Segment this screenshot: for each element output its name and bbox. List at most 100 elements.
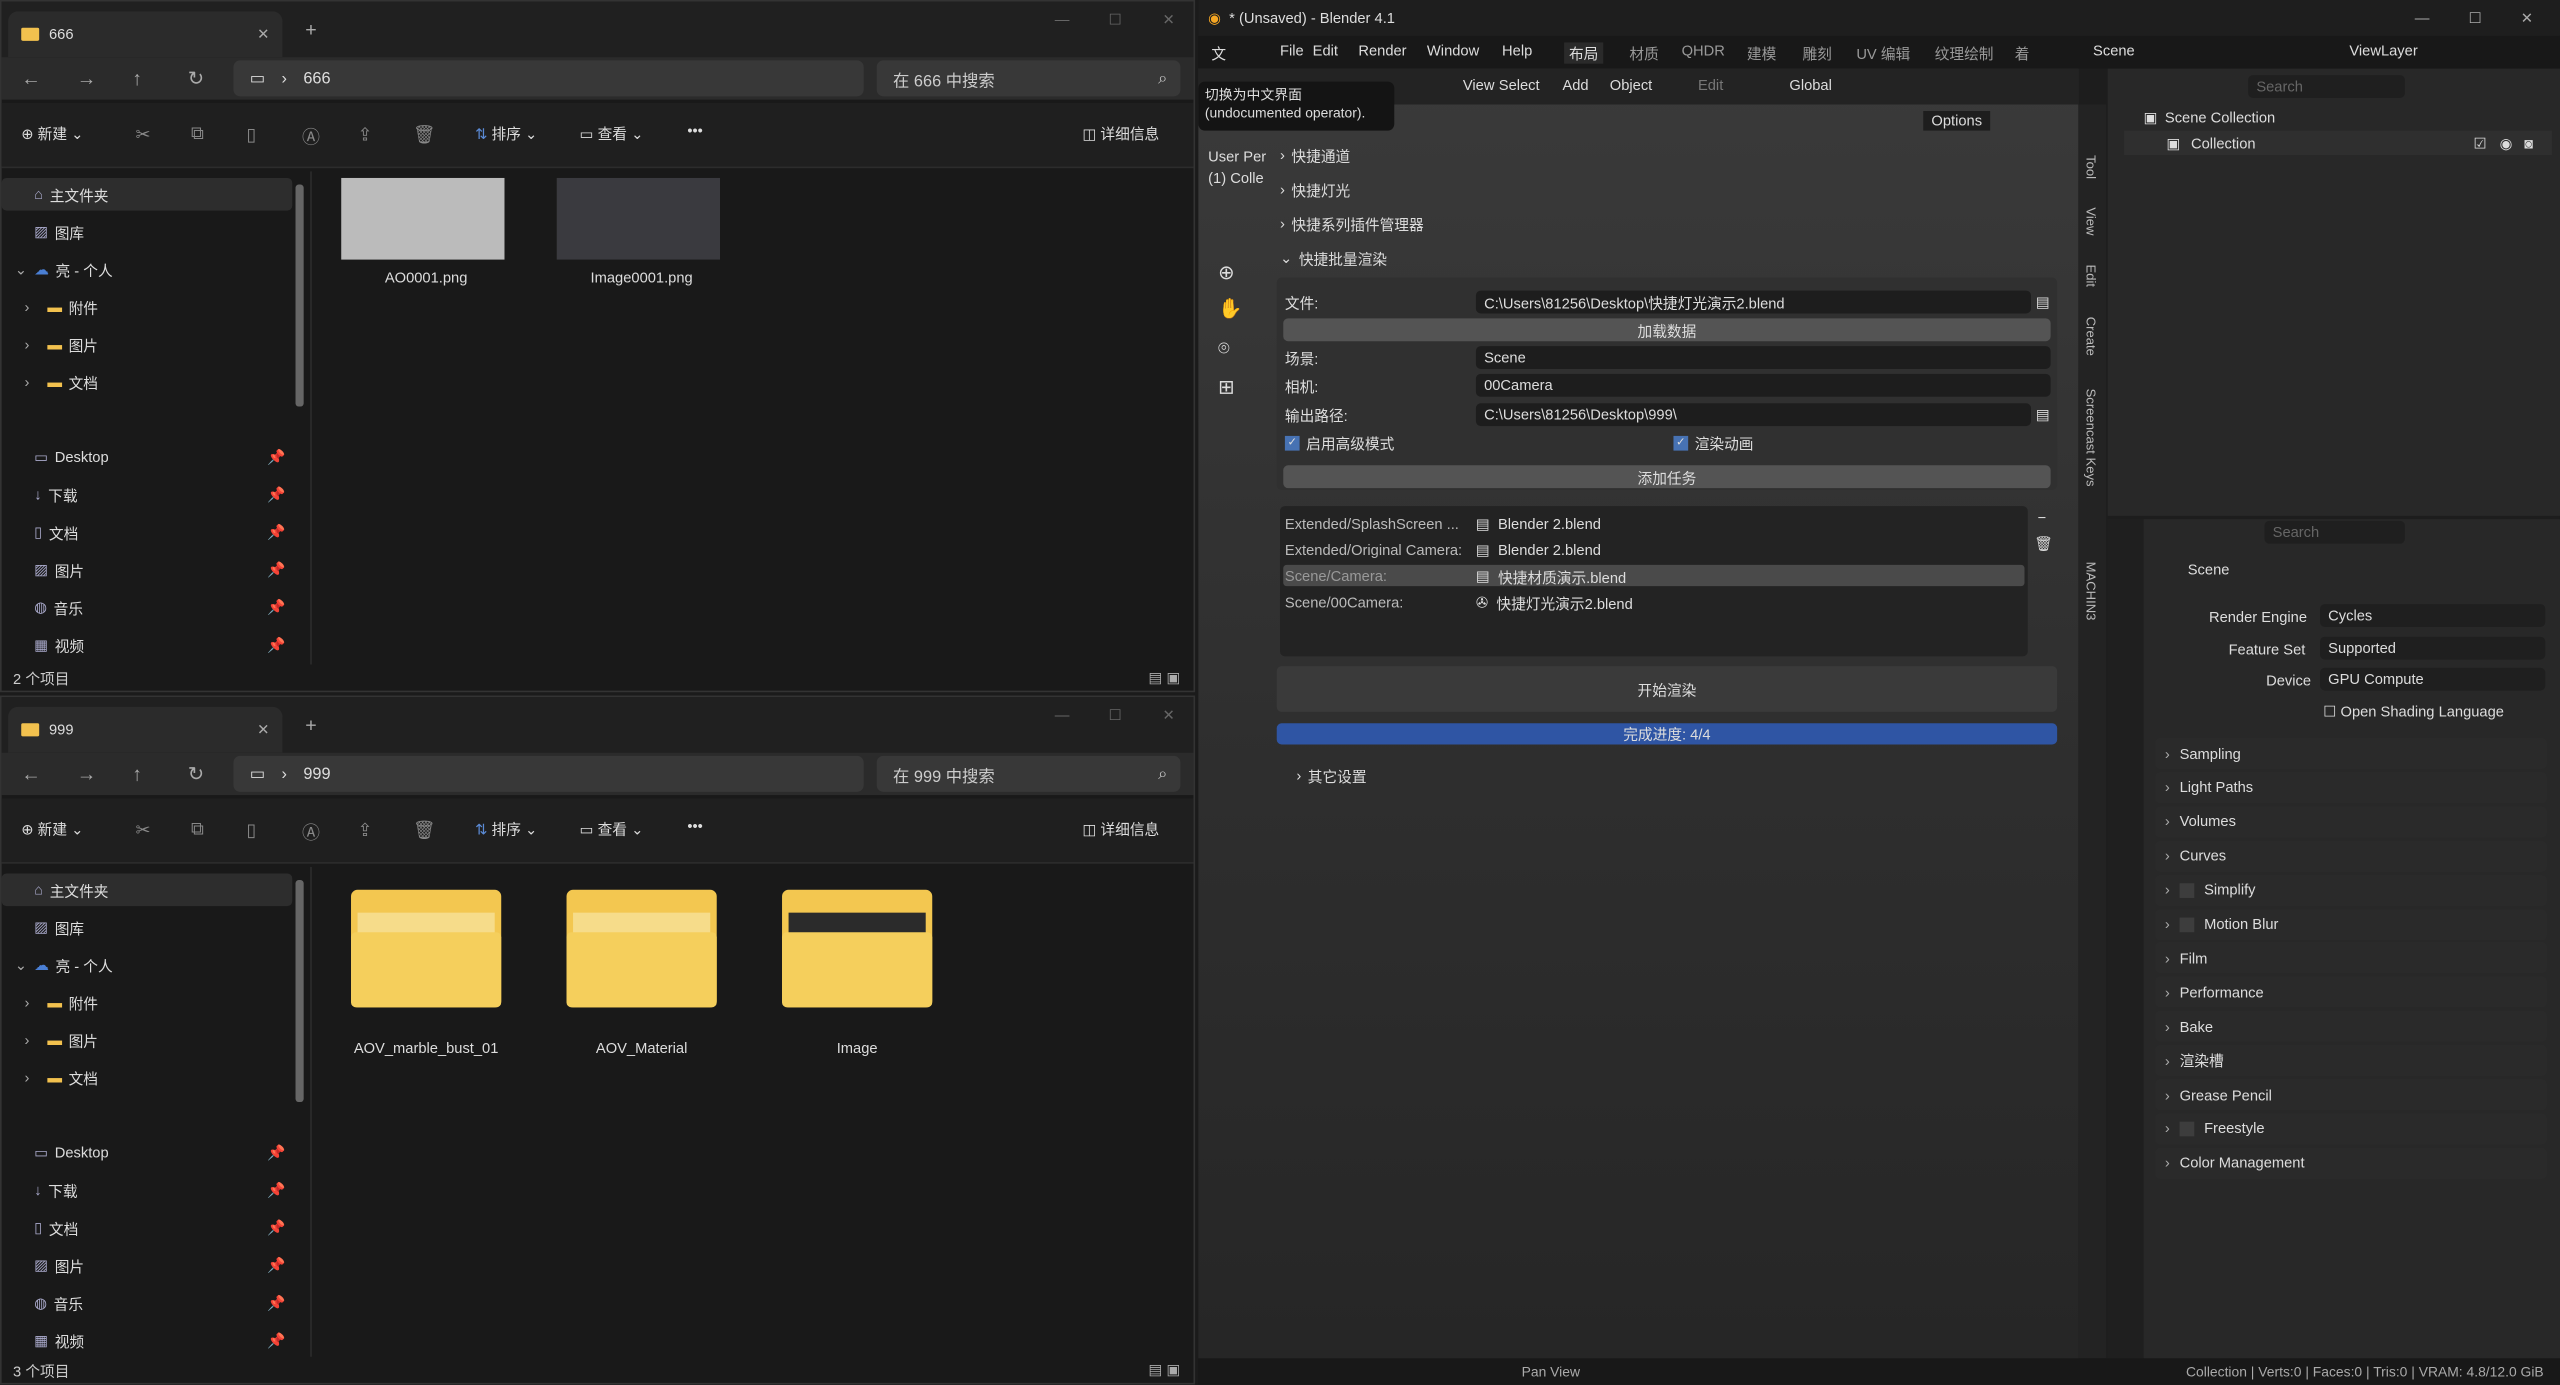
properties-panel-header[interactable]: › Bake bbox=[2155, 1010, 2547, 1042]
forward-button[interactable]: → bbox=[77, 67, 97, 90]
share-icon[interactable]: ⇪ bbox=[358, 124, 373, 146]
sort-button[interactable]: ⇅ 排序 ⌄ bbox=[475, 122, 537, 143]
scene-dropdown[interactable]: Scene bbox=[1475, 346, 2051, 369]
close-button[interactable]: ✕ bbox=[1162, 707, 1174, 725]
view-layer-selector[interactable]: ViewLayer bbox=[2349, 42, 2417, 58]
properties-panel-header[interactable]: › Sampling bbox=[2155, 737, 2547, 769]
more-button[interactable]: ••• bbox=[687, 122, 702, 138]
rename-icon[interactable]: Ⓐ bbox=[302, 124, 320, 150]
file-item[interactable]: AOV_Material bbox=[557, 889, 727, 1056]
camera-icon[interactable]: ⌾ bbox=[1218, 336, 1230, 360]
view-toggle-icons[interactable]: ▤ ▣ bbox=[1149, 1361, 1181, 1379]
properties-panel-header[interactable]: › Grease Pencil bbox=[2155, 1079, 2547, 1111]
transform-orientation-dropdown[interactable]: Global bbox=[1789, 77, 1831, 93]
up-button[interactable]: ↑ bbox=[132, 67, 142, 90]
viewport-menu-object[interactable]: Object bbox=[1610, 77, 1652, 93]
sidebar-item[interactable]: › ▬ 附件 bbox=[2, 291, 293, 324]
task-name[interactable]: Scene/00Camera: bbox=[1285, 591, 1403, 614]
folder-icon[interactable]: ▤ bbox=[2036, 403, 2050, 426]
outliner-item[interactable]: Scene Collection bbox=[2165, 109, 2275, 125]
sidebar-item[interactable]: ▦ 视频 📌 bbox=[2, 629, 293, 662]
back-button[interactable]: ← bbox=[21, 67, 41, 90]
tab[interactable]: 666 ✕ bbox=[8, 11, 283, 58]
address-bar[interactable]: ▭ › 666 bbox=[233, 60, 864, 97]
outliner-search[interactable]: Search bbox=[2248, 75, 2405, 98]
search-input[interactable]: 在 999 中搜索 ⌕ bbox=[876, 755, 1181, 792]
output-path-field[interactable]: C:\Users\81256\Desktop\999\ bbox=[1475, 403, 2032, 427]
sidebar-item[interactable]: ▦ 视频 📌 bbox=[2, 1324, 293, 1357]
translate-icon[interactable]: 文 bbox=[1211, 42, 1226, 63]
workspace-tab[interactable]: UV 编辑 bbox=[1856, 42, 1910, 63]
properties-panel-header[interactable]: › Color Management bbox=[2155, 1147, 2547, 1179]
properties-search[interactable]: Search bbox=[2264, 520, 2405, 544]
task-name[interactable]: Extended/SplashScreen ... bbox=[1285, 513, 1459, 536]
side-tab-create[interactable]: Create bbox=[2083, 317, 2098, 356]
sidebar-item[interactable]: ▨ 图库 bbox=[2, 911, 293, 944]
render-engine-dropdown[interactable]: Cycles bbox=[2319, 604, 2546, 627]
scene-selector[interactable]: Scene bbox=[2093, 42, 2135, 58]
back-button[interactable]: ← bbox=[21, 762, 41, 785]
task-file[interactable]: ▤ Blender 2.blend bbox=[1476, 539, 1601, 562]
details-button[interactable]: ◫ 详细信息 bbox=[1082, 818, 1159, 839]
sidebar-item[interactable]: ⌄ ☁ 亮 - 个人 bbox=[2, 949, 293, 982]
maximize-button[interactable]: ☐ bbox=[2469, 9, 2482, 27]
checkbox-icon[interactable]: ☑ bbox=[2473, 136, 2486, 154]
properties-panel-header[interactable]: › Motion Blur bbox=[2155, 908, 2547, 940]
sidebar-item[interactable]: ▯ 文档 📌 bbox=[2, 516, 293, 549]
side-tab-view[interactable]: View bbox=[2083, 207, 2098, 235]
new-button[interactable]: ⊕ 新建 ⌄ bbox=[21, 818, 83, 839]
task-file[interactable]: ▤ 快捷材质演示.blend bbox=[1476, 565, 1626, 588]
sidebar-item[interactable]: ↓ 下载 📌 bbox=[2, 478, 293, 511]
search-input[interactable]: 在 666 中搜索 ⌕ bbox=[876, 60, 1181, 97]
tab[interactable]: 999 ✕ bbox=[8, 706, 283, 753]
rename-icon[interactable]: Ⓐ bbox=[302, 820, 320, 846]
zoom-icon[interactable]: ⊕ bbox=[1218, 261, 1234, 284]
workspace-tab[interactable]: 建模 bbox=[1747, 42, 1776, 63]
properties-panel-header[interactable]: › Light Paths bbox=[2155, 772, 2547, 804]
minimize-button[interactable]: — bbox=[2415, 10, 2430, 26]
sort-button[interactable]: ⇅ 排序 ⌄ bbox=[475, 818, 537, 839]
sidebar-item[interactable]: ↓ 下载 📌 bbox=[2, 1174, 293, 1207]
sidebar-item[interactable]: ▨ 图片 📌 bbox=[2, 1249, 293, 1282]
properties-panel-header[interactable]: › Curves bbox=[2155, 840, 2547, 872]
start-render-button[interactable]: 开始渲染 bbox=[1276, 666, 2058, 712]
section-header[interactable]: ⌄ 快捷批量渲染 bbox=[1280, 247, 1387, 270]
scrollbar[interactable] bbox=[295, 184, 304, 407]
side-tab-edit[interactable]: Edit bbox=[2083, 264, 2098, 287]
sidebar-item[interactable]: ⌄ ☁ 亮 - 个人 bbox=[2, 253, 293, 286]
maximize-button[interactable]: ☐ bbox=[1109, 11, 1122, 29]
close-tab-icon[interactable]: ✕ bbox=[257, 25, 269, 43]
file-item[interactable]: AO0001.png bbox=[341, 177, 511, 286]
load-data-button[interactable]: 加载数据 bbox=[1283, 318, 2051, 342]
options-dropdown[interactable]: Options bbox=[1923, 111, 1991, 131]
side-tab-screencast-keys[interactable]: Screencast Keys bbox=[2083, 389, 2098, 487]
cut-icon[interactable]: ✂ bbox=[136, 124, 151, 146]
workspace-tab[interactable]: QHDR bbox=[1682, 42, 1725, 58]
paste-icon[interactable]: ▯ bbox=[247, 820, 257, 841]
section-header[interactable]: › 快捷系列插件管理器 bbox=[1280, 212, 1424, 235]
new-button[interactable]: ⊕ 新建 ⌄ bbox=[21, 122, 83, 143]
other-settings-section[interactable]: › 其它设置 bbox=[1296, 764, 1366, 787]
refresh-button[interactable]: ↻ bbox=[188, 762, 204, 785]
delete-icon[interactable]: 🗑 bbox=[413, 820, 436, 841]
sidebar-item[interactable]: ▭ Desktop 📌 bbox=[2, 441, 293, 474]
minimize-button[interactable]: — bbox=[1055, 707, 1070, 723]
properties-panel-header[interactable]: › Simplify bbox=[2155, 874, 2547, 906]
sidebar-item[interactable]: ▯ 文档 📌 bbox=[2, 1211, 293, 1244]
properties-panel-header[interactable]: › Freestyle bbox=[2155, 1113, 2547, 1145]
task-name[interactable]: Scene/Camera: bbox=[1285, 565, 1387, 588]
camera-icon[interactable]: ◙ bbox=[2524, 136, 2533, 152]
file-item[interactable]: Image bbox=[772, 889, 942, 1056]
outliner-item[interactable]: Collection bbox=[2191, 136, 2256, 152]
add-task-button[interactable]: 添加任务 bbox=[1283, 465, 2051, 489]
view-button[interactable]: ▭ 查看 ⌄ bbox=[580, 818, 644, 839]
menu-help[interactable]: Help bbox=[1502, 42, 1532, 58]
viewport-menu-add[interactable]: Add bbox=[1562, 77, 1588, 93]
render-animation-checkbox[interactable]: ✓ 渲染动画 bbox=[1673, 431, 1753, 454]
sidebar-item[interactable]: ▭ Desktop 📌 bbox=[2, 1136, 293, 1169]
viewport-menu-select[interactable]: Select bbox=[1499, 77, 1540, 93]
section-header[interactable]: › 快捷灯光 bbox=[1280, 178, 1350, 201]
advanced-mode-checkbox[interactable]: ✓ 启用高级模式 bbox=[1284, 431, 1394, 454]
paste-icon[interactable]: ▯ bbox=[247, 124, 257, 146]
properties-panel-header[interactable]: › Volumes bbox=[2155, 806, 2547, 838]
